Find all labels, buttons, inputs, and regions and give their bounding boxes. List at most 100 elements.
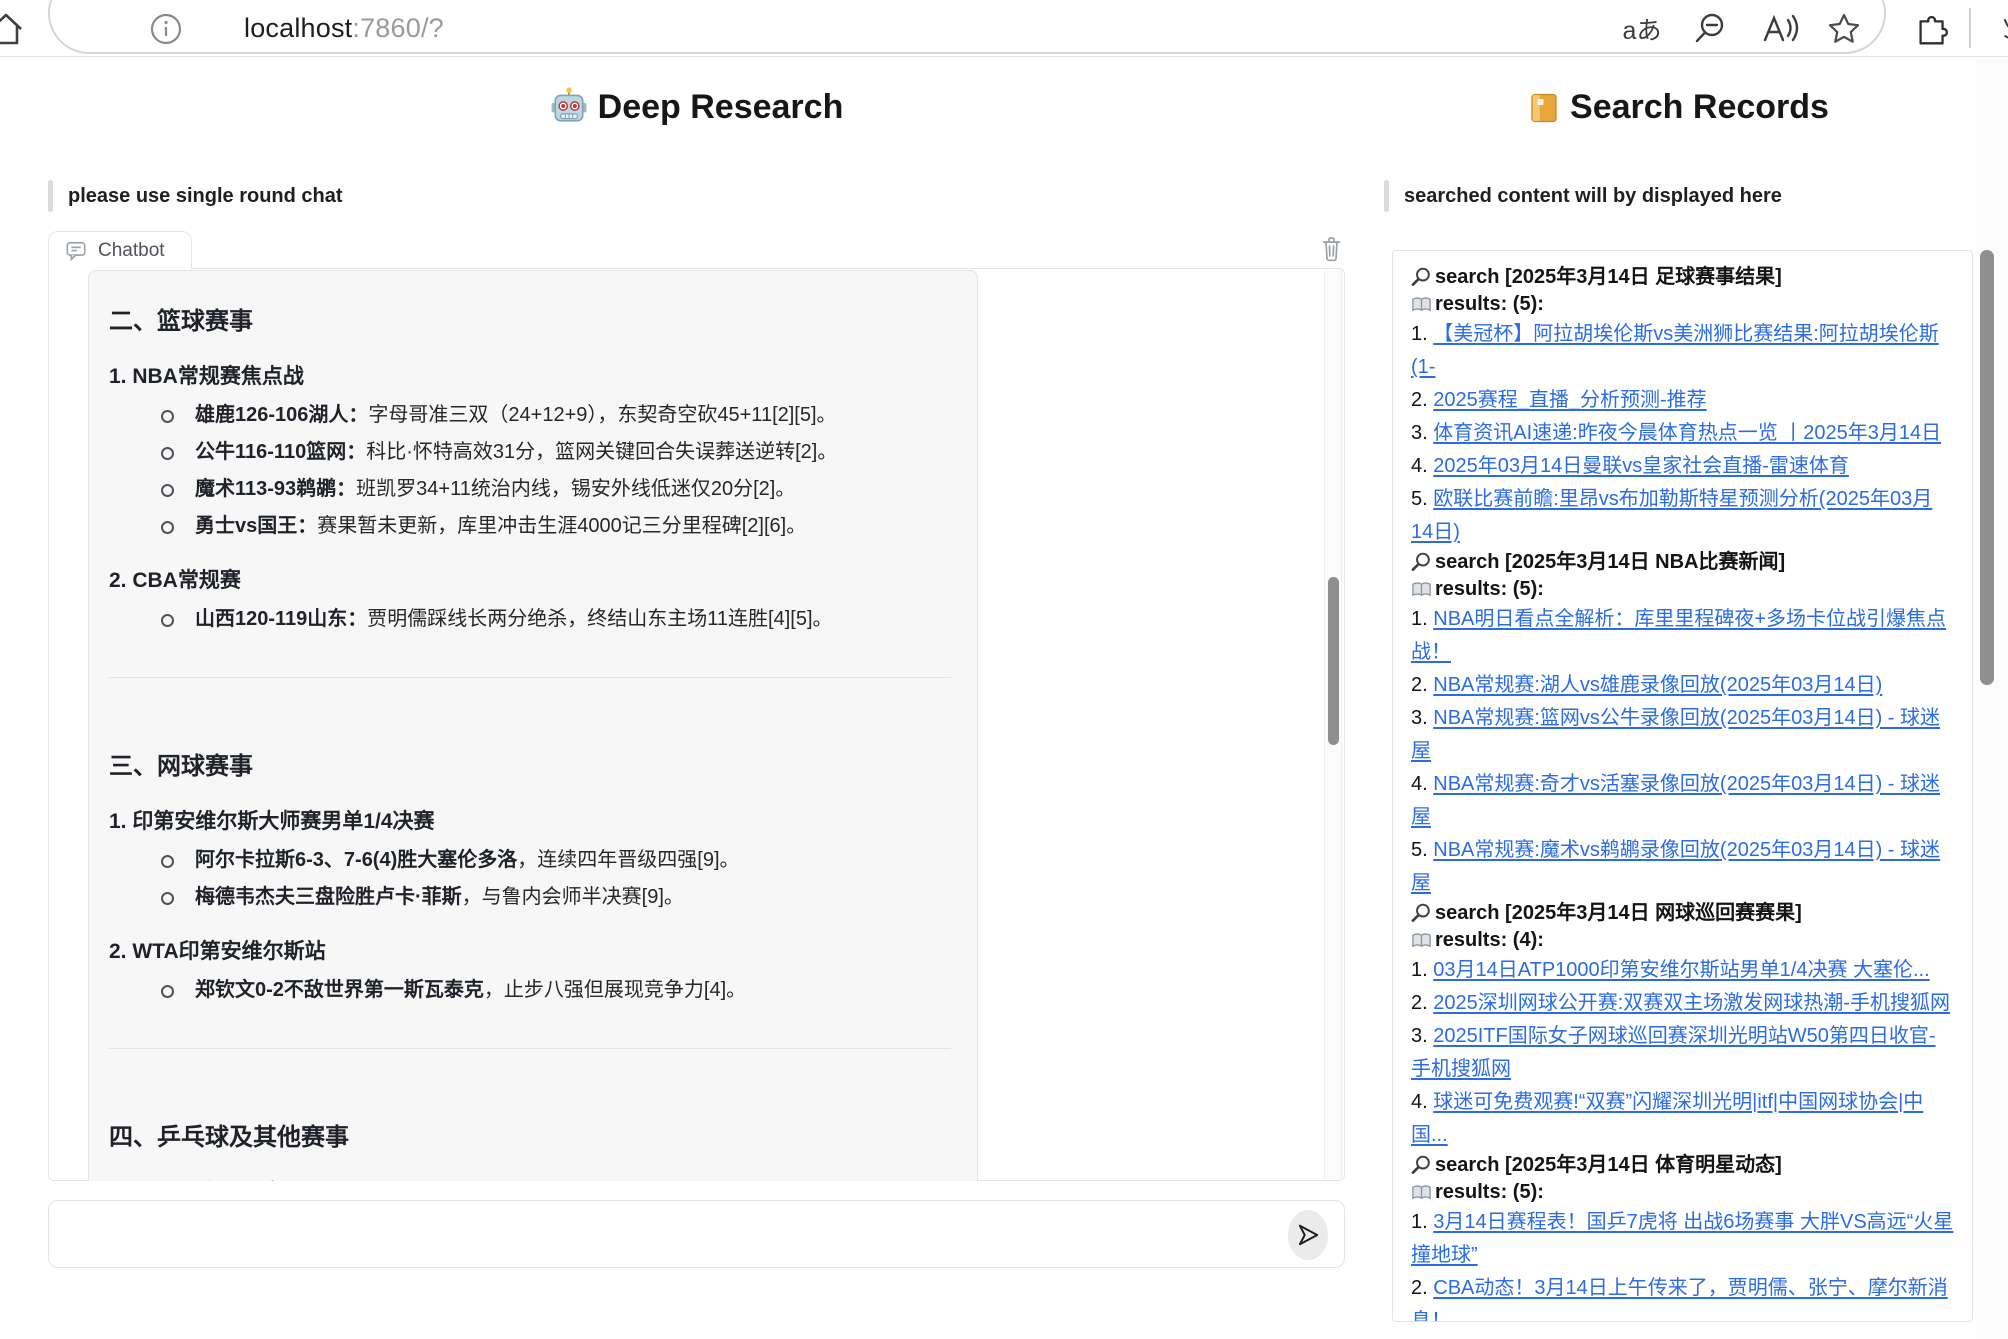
results-book-icon	[1411, 931, 1432, 950]
chat-item-lead: 梅德韦杰夫三盘险胜卢卡·菲斯	[195, 886, 462, 908]
results-book-icon	[1411, 1183, 1432, 1202]
search-result-link[interactable]: 2025年03月14日曼联vs皇家社会直播-雷速体育	[1433, 455, 1849, 477]
result-number: 3.	[1411, 1025, 1433, 1047]
record-results-label: results: (5):	[1411, 291, 1954, 318]
chat-input-field[interactable]	[67, 1213, 1267, 1255]
search-result-link[interactable]: 2025ITF国际女子网球巡回赛深圳光明站W50第四日收官-手机搜狐网	[1411, 1025, 1936, 1080]
browser-toolbar: localhost:7860/? aあ	[0, 0, 2008, 57]
record-result-item: 5. 欧联比赛前瞻:里昂vs布加勒斯特星预测分析(2025年03月14日)	[1411, 483, 1954, 549]
search-result-link[interactable]: NBA常规赛:湖人vs雄鹿录像回放(2025年03月14日)	[1433, 674, 1882, 696]
record-results-label: results: (5):	[1411, 576, 1954, 603]
record-result-item: 1. 03月14日ATP1000印第安维尔斯站男单1/4决赛 大塞伦...	[1411, 954, 1954, 987]
result-number: 5.	[1411, 488, 1433, 510]
result-number: 4.	[1411, 773, 1433, 795]
search-result-link[interactable]: 03月14日ATP1000印第安维尔斯站男单1/4决赛 大塞伦...	[1433, 959, 1929, 981]
results-book-icon	[1411, 295, 1432, 314]
chat-scrollbar-thumb[interactable]	[1328, 577, 1339, 745]
record-query: search [2025年3月14日 体育明星动态]	[1435, 1154, 1782, 1176]
trash-icon	[1319, 236, 1344, 262]
note-bar	[1384, 180, 1389, 212]
search-result-link[interactable]: 【美冠杯】阿拉胡埃伦斯vs美洲狮比赛结果:阿拉胡埃伦斯(1-	[1411, 323, 1939, 378]
chat-item-text: 贾明儒踩线长两分绝杀，终结山东主场11连胜[4][5]。	[367, 608, 832, 630]
record-search-header: search [2025年3月14日 NBA比赛新闻]	[1411, 549, 1954, 576]
right-note-text: searched content will by displayed here	[1404, 185, 1782, 208]
chat-item-lead: 山西120-119山东：	[195, 608, 367, 630]
chat-subsection-title: 1. NBA常规赛焦点战	[109, 360, 953, 390]
search-result-link[interactable]: 2025赛程_直播_分析预测-推荐	[1433, 389, 1706, 411]
record-search-header: search [2025年3月14日 网球巡回赛赛果]	[1411, 900, 1954, 927]
url-host: localhost	[244, 13, 352, 44]
chat-list-item: 魔术113-93鹈鹕：班凯罗34+11统治内线，锡安外线低迷仅20分[2]。	[109, 476, 953, 503]
results-book-icon	[1411, 580, 1432, 599]
search-result-link[interactable]: 3月14日赛程表！国乒7虎将 出战6场赛事 大胖VS高远“火星撞地球”	[1411, 1211, 1953, 1266]
chat-section-heading: 二、篮球赛事	[109, 301, 953, 336]
record-result-item: 3. 体育资讯AI速递:昨夜今晨体育热点一览 丨2025年3月14日	[1411, 417, 1954, 450]
page-scrollbar[interactable]	[1976, 57, 2008, 1339]
url-text[interactable]: localhost:7860/?	[244, 0, 444, 57]
search-result-link[interactable]: NBA常规赛:篮网vs公牛录像回放(2025年03月14日) - 球迷屋	[1411, 707, 1940, 762]
record-results-count: results: (5):	[1435, 578, 1544, 600]
search-result-link[interactable]: NBA常规赛:魔术vs鹈鹕录像回放(2025年03月14日) - 球迷屋	[1411, 839, 1940, 894]
chat-item-text: 科比·怀特高效31分，篮网关键回合失误葬送逆转[2]。	[366, 441, 837, 463]
result-number: 3.	[1411, 707, 1433, 729]
search-result-link[interactable]: CBA动态！3月14日上午传来了，贾明儒、张宁、摩尔新消息！	[1411, 1277, 1948, 1322]
search-result-link[interactable]: NBA常规赛:奇才vs活塞录像回放(2025年03月14日) - 球迷屋	[1411, 773, 1940, 828]
chat-list-item: 勇士vs国王：赛果暂未更新，库里冲击生涯4000记三分里程碑[2][6]。	[109, 513, 953, 540]
page-info-icon[interactable]	[146, 0, 186, 57]
chat-subsection-title: 2. WTA印第安维尔斯站	[109, 935, 953, 965]
read-aloud-icon[interactable]	[1756, 0, 1804, 57]
chat-bullet-list: 郑钦文0-2不敌世界第一斯瓦泰克，止步八强但展现竞争力[4]。	[109, 977, 953, 1004]
record-results-label: results: (5):	[1411, 1179, 1954, 1206]
record-result-item: 5. NBA常规赛:魔术vs鹈鹕录像回放(2025年03月14日) - 球迷屋	[1411, 834, 1954, 900]
record-results-count: results: (5):	[1435, 293, 1544, 315]
record-result-item: 4. 球迷可免费观赛!“双赛”闪耀深圳光明|itf|中国网球协会|中国...	[1411, 1086, 1954, 1152]
record-result-item: 1. NBA明日看点全解析：库里里程碑夜+多场卡位战引爆焦点战！	[1411, 603, 1954, 669]
result-number: 4.	[1411, 1091, 1433, 1113]
search-result-link[interactable]: NBA明日看点全解析：库里里程碑夜+多场卡位战引爆焦点战！	[1411, 608, 1946, 663]
tab-chatbot[interactable]: Chatbot	[48, 231, 192, 269]
send-button[interactable]	[1288, 1210, 1328, 1260]
note-bar	[48, 180, 53, 212]
chat-list-item: 公牛116-110篮网：科比·怀特高效31分，篮网关键回合失误葬送逆转[2]。	[109, 439, 953, 466]
chat-list-item: 雄鹿126-106湖人：字母哥准三双（24+12+9），东契奇空砍45+11[2…	[109, 402, 953, 429]
clear-chat-button[interactable]	[1314, 233, 1348, 265]
browser-menu-icon[interactable]	[1994, 0, 2008, 57]
search-result-link[interactable]: 欧联比赛前瞻:里昂vs布加勒斯特星预测分析(2025年03月14日)	[1411, 488, 1932, 543]
search-icon	[1411, 551, 1432, 572]
search-icon	[1411, 902, 1432, 923]
search-result-link[interactable]: 2025深圳网球公开赛:双赛双主场激发网球热潮-手机搜狐网	[1433, 992, 1950, 1014]
chat-item-lead: 公牛116-110篮网：	[195, 441, 366, 463]
record-query: search [2025年3月14日 NBA比赛新闻]	[1435, 551, 1785, 573]
chat-bubble-icon	[65, 240, 87, 262]
chat-bullet-list: 阿尔卡拉斯6-3、7-6(4)胜大塞伦多洛，连续四年晋级四强[9]。梅德韦杰夫三…	[109, 847, 953, 911]
home-icon[interactable]	[0, 0, 28, 57]
record-result-item: 3. 2025ITF国际女子网球巡回赛深圳光明站W50第四日收官-手机搜狐网	[1411, 1020, 1954, 1086]
chat-list-item: 郑钦文0-2不敌世界第一斯瓦泰克，止步八强但展现竞争力[4]。	[109, 977, 953, 1004]
chat-item-text: 赛果暂未更新，库里冲击生涯4000记三分里程碑[2][6]。	[317, 515, 806, 537]
result-number: 1.	[1411, 959, 1433, 981]
result-number: 1.	[1411, 1211, 1433, 1233]
left-note-text: please use single round chat	[68, 185, 343, 208]
page-scrollbar-thumb[interactable]	[1980, 250, 1994, 685]
favorite-star-icon[interactable]	[1822, 0, 1866, 57]
chat-list-item: 阿尔卡拉斯6-3、7-6(4)胜大塞伦多洛，连续四年晋级四强[9]。	[109, 847, 953, 874]
search-result-link[interactable]: 球迷可免费观赛!“双赛”闪耀深圳光明|itf|中国网球协会|中国...	[1411, 1091, 1923, 1146]
result-number: 1.	[1411, 608, 1433, 630]
extensions-icon[interactable]	[1910, 0, 1956, 57]
chat-item-text: ，止步八强但展现竞争力[4]。	[484, 979, 746, 1001]
record-query: search [2025年3月14日 网球巡回赛赛果]	[1435, 902, 1802, 924]
result-number: 5.	[1411, 839, 1433, 861]
zoom-out-icon[interactable]	[1688, 0, 1732, 57]
record-result-item: 2. 2025赛程_直播_分析预测-推荐	[1411, 384, 1954, 417]
chat-item-lead: 郑钦文0-2不敌世界第一斯瓦泰克	[195, 979, 484, 1001]
chat-scrollbar[interactable]	[1324, 270, 1342, 1179]
record-search-header: search [2025年3月14日 体育明星动态]	[1411, 1152, 1954, 1179]
chat-subsection-title: 1. WTT重庆冠军赛	[109, 1176, 953, 1181]
translate-icon[interactable]: aあ	[1616, 0, 1668, 57]
url-suffix: :7860/?	[352, 13, 443, 44]
record-results-count: results: (5):	[1435, 1181, 1544, 1203]
chat-item-lead: 魔术113-93鹈鹕：	[195, 478, 356, 500]
section-divider	[109, 1048, 951, 1049]
record-result-item: 4. 2025年03月14日曼联vs皇家社会直播-雷速体育	[1411, 450, 1954, 483]
search-result-link[interactable]: 体育资讯AI速递:昨夜今晨体育热点一览 丨2025年3月14日	[1433, 422, 1941, 444]
